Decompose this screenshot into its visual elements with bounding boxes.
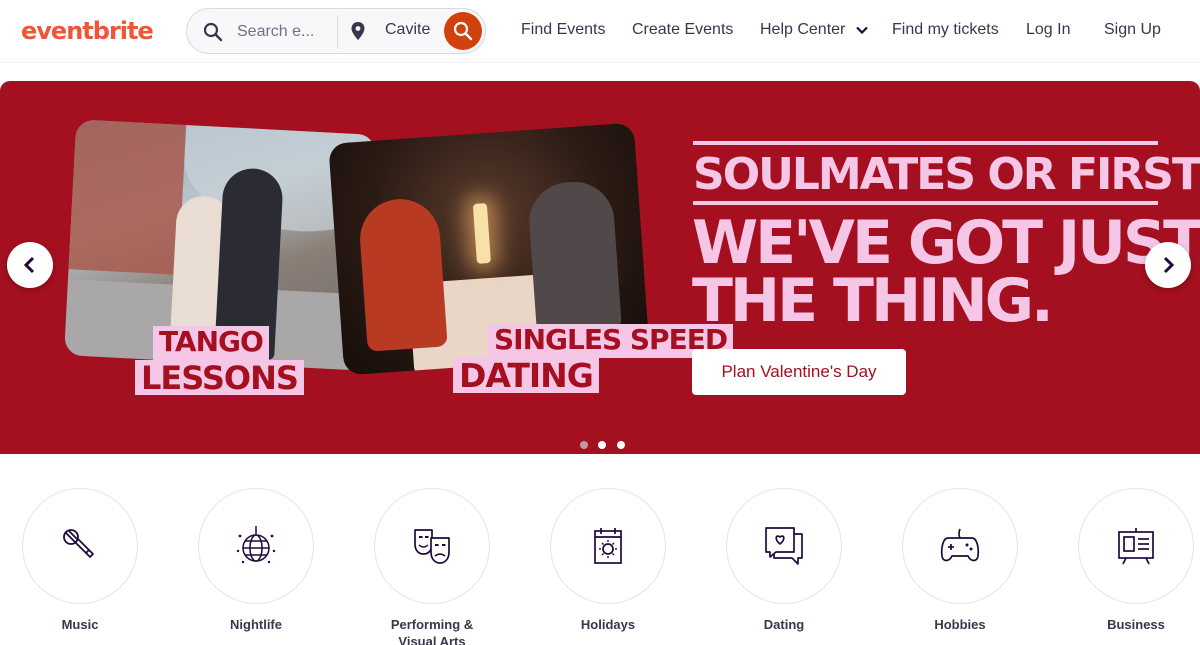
search-bar: Cavite: [186, 8, 486, 54]
disco-ball-icon: [236, 526, 276, 564]
nav-log-in[interactable]: Log In: [1026, 21, 1070, 39]
category-hobbies[interactable]: Hobbies: [900, 488, 1020, 633]
nav-sign-up[interactable]: Sign Up: [1104, 21, 1161, 39]
theater-masks-icon: [414, 529, 450, 564]
nav-create-events[interactable]: Create Events: [632, 21, 733, 39]
carousel-dot[interactable]: [616, 441, 625, 449]
category-dating[interactable]: Dating: [724, 488, 844, 633]
category-label: Holidays: [580, 617, 636, 632]
search-submit-button[interactable]: [444, 12, 482, 50]
hero-headline-line2: THE THING.: [692, 266, 1054, 336]
carousel-dots: [580, 436, 631, 454]
chevron-right-icon: [1163, 256, 1175, 274]
microphone-icon: [63, 529, 94, 558]
search-input[interactable]: [237, 21, 317, 43]
calendar-sun-icon: [594, 528, 622, 564]
category-label: Hobbies: [934, 617, 986, 632]
top-navbar: eventbrite Cavite Find Events Create Eve…: [0, 0, 1200, 63]
chat-heart-icon: [765, 527, 803, 565]
carousel-prev-button[interactable]: [7, 242, 53, 288]
nav-find-my-tickets[interactable]: Find my tickets: [892, 21, 999, 39]
presentation-board-icon: [1118, 528, 1154, 565]
chevron-down-icon: [856, 26, 868, 34]
nav-help-center-label: Help Center: [760, 21, 846, 38]
search-icon: [203, 22, 223, 42]
category-label: Music: [61, 617, 99, 632]
category-performing-visual-arts[interactable]: Performing & Visual Arts: [372, 488, 492, 645]
chevron-left-icon: [23, 256, 35, 274]
category-holidays[interactable]: Holidays: [548, 488, 668, 633]
search-divider: [337, 15, 338, 49]
headline-rule-bottom: [693, 201, 1158, 205]
search-icon: [453, 21, 473, 41]
category-label: Performing & Visual Arts: [390, 617, 474, 645]
eventbrite-logo[interactable]: eventbrite: [21, 17, 154, 45]
category-label: Nightlife: [230, 617, 282, 632]
plan-valentines-day-button[interactable]: Plan Valentine's Day: [692, 349, 906, 395]
hero-headline-top: SOULMATES OR FIRST DATES: [693, 149, 1200, 200]
gamepad-icon: [940, 528, 980, 562]
carousel-dot[interactable]: [598, 441, 607, 449]
location-pin-icon: [351, 22, 365, 40]
headline-rule-top: [693, 141, 1158, 145]
nav-find-events[interactable]: Find Events: [521, 21, 605, 39]
category-label: Dating: [763, 617, 805, 632]
carousel-dot[interactable]: [580, 441, 588, 449]
nav-help-center[interactable]: Help Center: [760, 21, 868, 39]
category-nightlife[interactable]: Nightlife: [196, 488, 316, 633]
category-music[interactable]: Music: [20, 488, 140, 633]
location-field[interactable]: Cavite: [385, 21, 430, 39]
category-label: Business: [1107, 617, 1165, 632]
carousel-next-button[interactable]: [1145, 242, 1191, 288]
tango-sticker-line2: LESSONS: [135, 360, 304, 395]
hero-carousel: TANGO LESSONS SINGLES SPEED DATING SOULM…: [0, 81, 1200, 454]
hero-headline-line1: WE'VE GOT JUST: [692, 208, 1200, 278]
category-business[interactable]: Business: [1076, 488, 1196, 633]
tango-sticker-line1: TANGO: [153, 326, 269, 360]
speed-dating-sticker-line2: DATING: [453, 357, 599, 393]
